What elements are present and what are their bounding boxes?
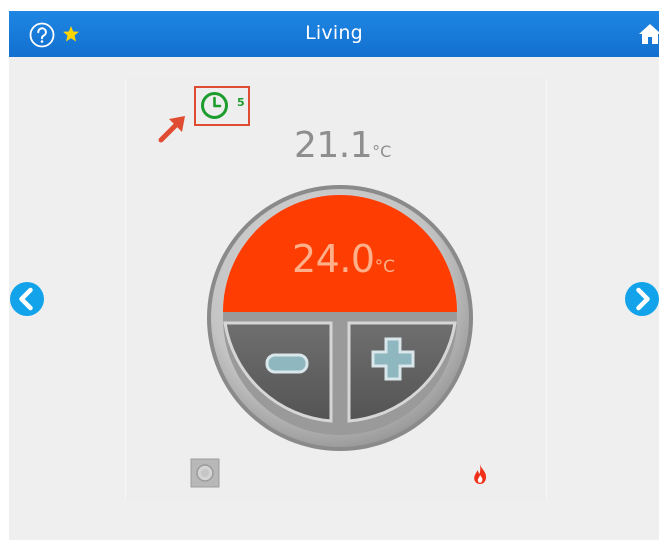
chevron-right-icon[interactable] [624,281,659,317]
setpoint-temperature: 24.0°C [292,237,395,281]
flame-icon [474,464,487,484]
setpoint-unit: °C [374,257,395,277]
decrease-temperature-button[interactable] [225,323,331,424]
setpoint-value: 24.0 [292,237,375,281]
mode-square-icon[interactable] [190,458,220,488]
thermostat-app: Living 5 21.1°C 24.0°C [0,0,659,540]
current-temperature-unit: °C [372,142,392,161]
current-temperature: 21.1°C [294,125,391,166]
current-temperature-value: 21.1 [294,125,373,166]
page-title: Living [305,22,363,44]
callout-arrow-icon [158,116,185,143]
top-bar: Living [9,11,659,57]
clock-icon[interactable] [199,90,230,121]
chevron-left-icon[interactable] [9,281,45,317]
increase-temperature-button[interactable] [348,323,454,424]
home-icon[interactable] [637,22,659,46]
schedule-count: 5 [237,96,245,109]
